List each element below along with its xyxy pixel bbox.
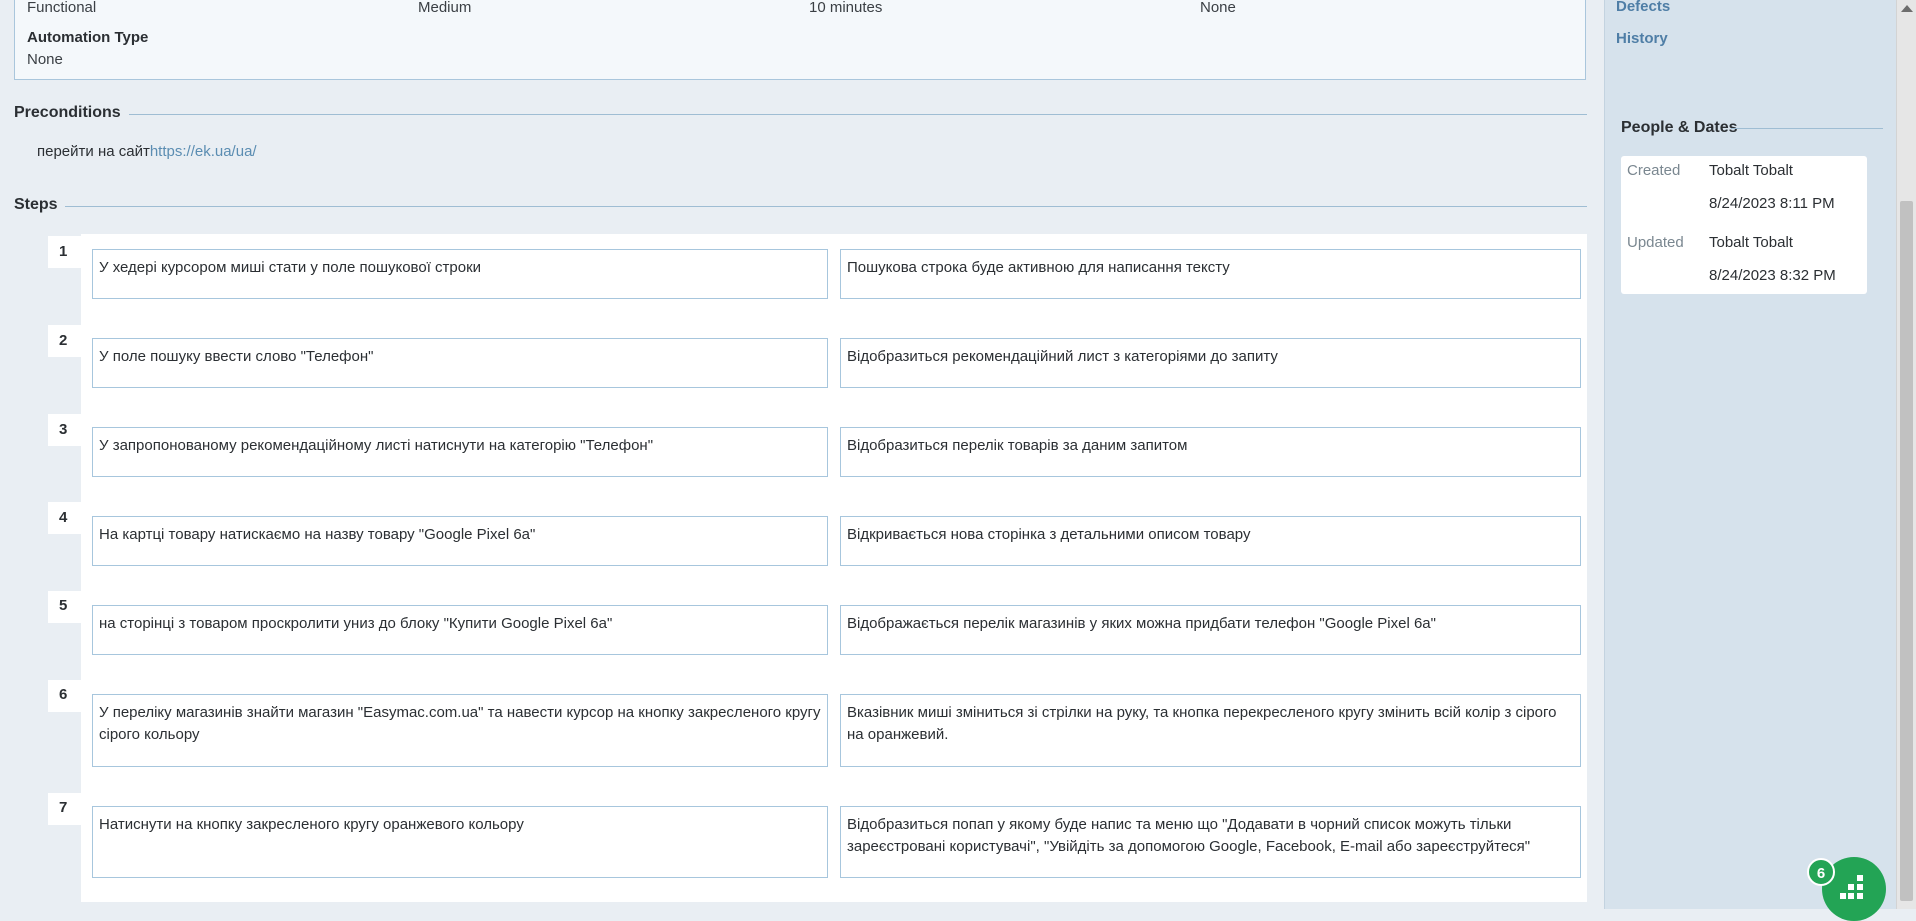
grid-dots-icon (1840, 875, 1863, 899)
risk-value: None (1200, 0, 1236, 16)
step-number: 4 (59, 509, 68, 526)
automation-type-label: Automation Type (27, 29, 149, 46)
step-number: 5 (59, 597, 68, 614)
right-sidebar: Defects History People & Dates Created T… (1604, 0, 1896, 909)
scroll-up-arrow-icon[interactable] (1901, 5, 1913, 12)
step-action[interactable]: На картці товару натискаємо на назву тов… (92, 516, 828, 566)
sidebar-link-defects[interactable]: Defects (1616, 0, 1670, 15)
vertical-scrollbar[interactable] (1896, 0, 1916, 909)
created-at: 8/24/2023 8:11 PM (1709, 195, 1835, 212)
step-expected-result[interactable]: Відкривається нова сторінка з детальними… (840, 516, 1581, 566)
step-expected-result[interactable]: Вказівник миші зміниться зі стрілки на р… (840, 694, 1581, 767)
step-number: 6 (59, 686, 68, 703)
step-action[interactable]: У хедері курсором миші стати у поле пошу… (92, 249, 828, 299)
main-content: Functional Medium 10 minutes None Automa… (0, 0, 1604, 909)
step-number: 2 (59, 332, 68, 349)
created-label: Created (1627, 162, 1681, 179)
created-by: Tobalt Tobalt (1709, 162, 1793, 179)
step-number: 7 (59, 799, 68, 816)
preconditions-description: перейти на сайт (37, 143, 150, 160)
steps-list (81, 234, 1587, 902)
step-expected-result[interactable]: Відобразиться перелік товарів за даним з… (840, 427, 1581, 477)
steps-divider (65, 206, 1587, 207)
step-expected-result[interactable]: Відобразиться попап у якому буде напис т… (840, 806, 1581, 878)
properties-panel: Functional Medium 10 minutes None Automa… (14, 0, 1586, 80)
preconditions-divider (129, 114, 1587, 115)
step-expected-result[interactable]: Відобразиться рекомендаційний лист з кат… (840, 338, 1581, 388)
step-action[interactable]: на сторінці з товаром проскролити униз д… (92, 605, 828, 655)
updated-label: Updated (1627, 234, 1684, 251)
automation-type-value: None (27, 51, 63, 68)
notification-badge: 6 (1807, 858, 1835, 886)
people-dates-title: People & Dates (1621, 119, 1738, 136)
updated-by: Tobalt Tobalt (1709, 234, 1793, 251)
step-action[interactable]: Натиснути на кнопку закресленого кругу о… (92, 806, 828, 878)
scrollbar-thumb[interactable] (1900, 201, 1913, 901)
preconditions-link[interactable]: https://ek.ua/ua/ (150, 143, 257, 160)
step-expected-result[interactable]: Відображається перелік магазинів у яких … (840, 605, 1581, 655)
preconditions-title: Preconditions (14, 104, 121, 121)
steps-title: Steps (14, 196, 58, 213)
priority-value: Medium (418, 0, 472, 16)
step-action[interactable]: У запропонованому рекомендаційному листі… (92, 427, 828, 477)
people-dates-card: Created Tobalt Tobalt 8/24/2023 8:11 PM … (1621, 156, 1867, 294)
step-expected-result[interactable]: Пошукова строка буде активною для написа… (840, 249, 1581, 299)
step-action[interactable]: У переліку магазинів знайти магазин "Eas… (92, 694, 828, 767)
sidebar-link-history[interactable]: History (1616, 30, 1668, 47)
estimate-value: 10 minutes (809, 0, 883, 16)
step-number: 1 (59, 243, 68, 260)
step-number: 3 (59, 421, 68, 438)
preconditions-text: перейти на сайтhttps://ek.ua/ua/ (37, 143, 257, 160)
updated-at: 8/24/2023 8:32 PM (1709, 267, 1836, 284)
type-value: Functional (27, 0, 97, 16)
people-dates-divider (1731, 128, 1883, 129)
step-action[interactable]: У поле пошуку ввести слово "Телефон" (92, 338, 828, 388)
